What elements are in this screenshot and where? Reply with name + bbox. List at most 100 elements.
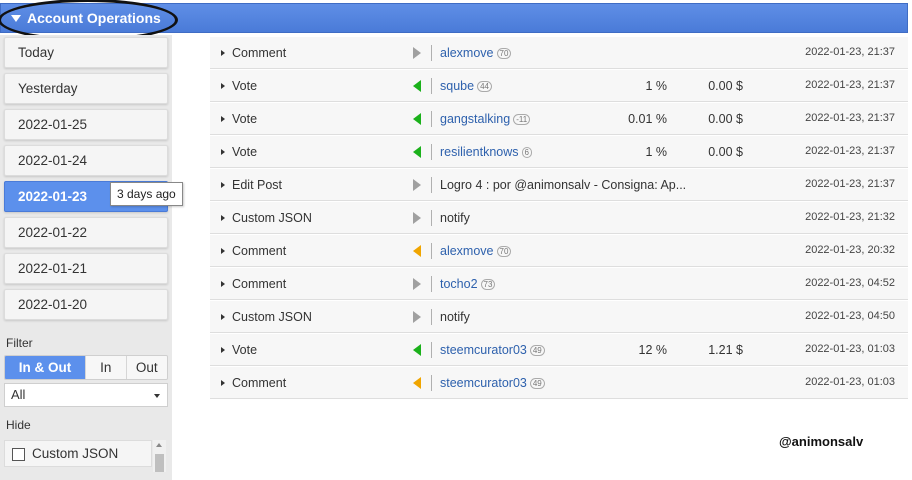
timestamp: 2022-01-23, 21:32 [805,211,895,223]
timestamp: 2022-01-23, 01:03 [805,343,895,355]
direction-arrow-icon [413,146,421,158]
reputation-badge: 44 [477,81,492,92]
account-link[interactable]: steemcurator03 49 [440,376,545,390]
direction-arrow-icon [413,113,421,125]
operation-type: Edit Post [232,178,283,192]
operation-type-value: All [11,387,26,402]
timestamp: 2022-01-23, 01:03 [805,376,895,388]
day-button[interactable]: 2022-01-21 [4,253,168,284]
day-button[interactable]: Today [4,37,168,68]
select-caret-icon [154,394,160,398]
operation-row[interactable]: Vote steemcurator03 49 12 % 1.21 $ 2022-01-23… [210,333,908,366]
separator [431,177,432,193]
expand-arrow-icon[interactable] [221,182,225,188]
reputation-badge: 6 [521,147,532,158]
sidebar-scrollbar[interactable] [153,440,166,472]
target-text: Logro 4 : por @animonsalv - Consigna: Ap… [440,178,687,192]
operation-type: Custom JSON [232,310,312,324]
filter-label: Filter [6,336,33,350]
expand-arrow-icon[interactable] [221,149,225,155]
filter-option[interactable]: In & Out [5,356,86,379]
account-link[interactable]: resilientknows 6 [440,145,532,159]
operation-type: Custom JSON [232,211,312,225]
operation-row[interactable]: Custom JSON notify 2022-01-23, 04:50 [210,300,908,333]
account-operations-header[interactable]: Account Operations [0,3,908,33]
expand-arrow-icon[interactable] [221,281,225,287]
vote-percent: 0.01 % [628,112,667,126]
target-text: alexmove [440,46,494,60]
expand-arrow-icon[interactable] [221,248,225,254]
target-text: alexmove [440,244,494,258]
hide-label: Hide [6,418,31,432]
operation-row[interactable]: Comment steemcurator03 49 2022-01-23, 01:03 [210,366,908,399]
separator [431,243,432,259]
target-text: resilientknows [440,145,519,159]
vote-percent: 1 % [645,145,667,159]
direction-arrow-icon [413,377,421,389]
scroll-up-icon[interactable] [156,443,162,447]
operation-row[interactable]: Custom JSON notify 2022-01-23, 21:32 [210,201,908,234]
expand-arrow-icon[interactable] [221,314,225,320]
operation-row[interactable]: Vote gangstalking -11 0.01 % 0.00 $ 2022-01-2… [210,102,908,135]
filter-option[interactable]: In [86,356,127,379]
timestamp: 2022-01-23, 20:32 [805,244,895,256]
operation-detail: notify [440,310,470,324]
direction-arrow-icon [413,47,421,59]
separator [431,309,432,325]
vote-value: 1.21 $ [708,343,743,357]
direction-arrow-icon [413,245,421,257]
separator [431,375,432,391]
day-button[interactable]: Yesterday [4,73,168,104]
operation-detail: Logro 4 : por @animonsalv - Consigna: Ap… [440,178,686,192]
target-text: notify [440,310,470,324]
operation-row[interactable]: Comment alexmove 70 2022-01-23, 20:32 [210,234,908,267]
timestamp: 2022-01-23, 21:37 [805,112,895,124]
account-link[interactable]: tocho2 73 [440,277,496,291]
operation-row[interactable]: Edit Post Logro 4 : por @animonsalv - Con… [210,168,908,201]
account-link[interactable]: gangstalking -11 [440,112,531,126]
separator [431,210,432,226]
operation-row[interactable]: Vote sqube 44 1 % 0.00 $ 2022-01-23, 21:37 [210,69,908,102]
checkbox-icon[interactable] [12,448,25,461]
account-link[interactable]: steemcurator03 49 [440,343,545,357]
expand-arrow-icon[interactable] [221,215,225,221]
timestamp: 2022-01-23, 04:50 [805,310,895,322]
timestamp: 2022-01-23, 21:37 [805,79,895,91]
operation-type: Vote [232,145,258,159]
operation-type-select[interactable]: All [4,383,168,407]
day-button[interactable]: 2022-01-20 [4,289,168,320]
account-link[interactable]: alexmove 70 [440,244,512,258]
day-button[interactable]: 2022-01-25 [4,109,168,140]
hide-custom-json-option[interactable]: Custom JSON [4,440,152,467]
direction-arrow-icon [413,278,421,290]
vote-value: 0.00 $ [708,79,743,93]
day-button[interactable]: 2022-01-22 [4,217,168,248]
operation-row[interactable]: Vote resilientknows 6 1 % 0.00 $ 2022-01-23, … [210,135,908,168]
operation-row[interactable]: Comment tocho2 73 2022-01-23, 04:52 [210,267,908,300]
expand-arrow-icon[interactable] [221,380,225,386]
direction-arrow-icon [413,212,421,224]
reputation-badge: 49 [529,378,545,389]
expand-arrow-icon[interactable] [221,83,225,89]
operation-detail: notify [440,211,470,225]
expand-arrow-icon[interactable] [221,50,225,56]
account-link[interactable]: alexmove 70 [440,46,512,60]
vote-value: 0.00 $ [708,112,743,126]
operation-type: Comment [232,46,287,60]
direction-arrow-icon [413,80,421,92]
operation-row[interactable]: Comment alexmove 70 2022-01-23, 21:37 [210,36,908,69]
operation-type: Comment [232,244,287,258]
filter-option[interactable]: Out [126,356,167,379]
separator [431,45,432,61]
expand-arrow-icon[interactable] [221,116,225,122]
separator [431,342,432,358]
vote-percent: 1 % [645,79,667,93]
expand-arrow-icon[interactable] [221,347,225,353]
vote-value: 0.00 $ [708,145,743,159]
operation-type: Vote [232,343,258,357]
account-link[interactable]: sqube 44 [440,79,492,93]
scroll-thumb[interactable] [155,454,164,472]
day-button[interactable]: 2022-01-24 [4,145,168,176]
reputation-badge: 73 [480,279,496,290]
operation-type: Vote [232,112,258,126]
